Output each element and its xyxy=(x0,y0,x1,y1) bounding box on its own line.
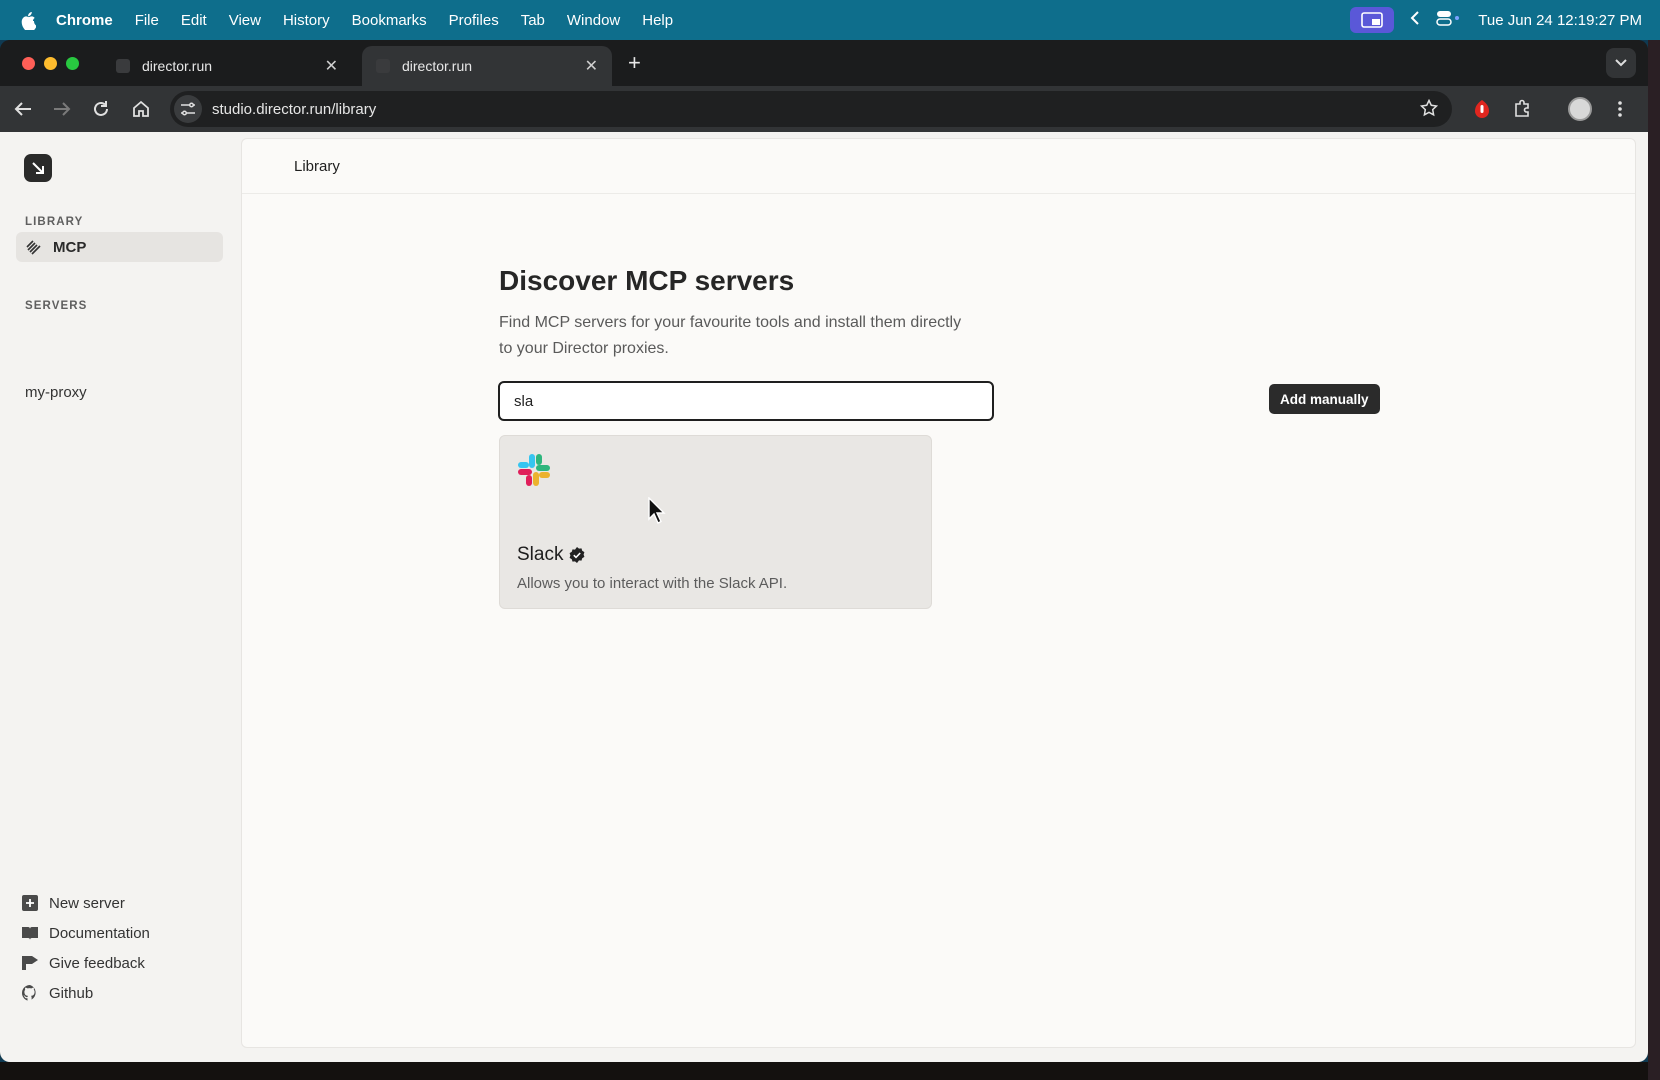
desktop-bottom-edge xyxy=(0,1062,1648,1080)
minimize-window-button[interactable] xyxy=(44,57,57,70)
sidebar-give-feedback[interactable]: Give feedback xyxy=(21,952,145,974)
url-text[interactable]: studio.director.run/library xyxy=(212,101,376,118)
tab-strip: director.run ✕ director.run ✕ + xyxy=(0,40,1648,86)
breadcrumb-library[interactable]: Library xyxy=(294,158,340,175)
layers-icon xyxy=(25,238,43,256)
page-title: Discover MCP servers xyxy=(499,265,795,296)
plus-square-icon xyxy=(21,894,39,912)
sidebar-footer-label: Github xyxy=(49,984,94,1002)
main-content: Library Discover MCP servers Find MCP se… xyxy=(241,138,1636,1048)
sidebar-github[interactable]: Github xyxy=(21,982,93,1004)
chevron-left-icon[interactable] xyxy=(1410,11,1420,29)
slack-logo-icon xyxy=(518,454,550,486)
server-card-slack[interactable]: Slack Allows you to interact with the Sl… xyxy=(499,435,932,609)
forward-arrow-icon[interactable] xyxy=(50,97,74,121)
browser-tab-2[interactable]: director.run ✕ xyxy=(362,46,612,86)
extension-red-icon[interactable] xyxy=(1470,97,1494,121)
server-name: Slack xyxy=(517,544,564,565)
tab-favicon xyxy=(376,59,390,73)
menu-bookmarks[interactable]: Bookmarks xyxy=(352,12,427,29)
menu-help[interactable]: Help xyxy=(642,12,673,29)
sidebar-item-mcp[interactable]: MCP xyxy=(16,232,223,262)
server-description: Allows you to interact with the Slack AP… xyxy=(517,575,788,592)
menu-history[interactable]: History xyxy=(283,12,330,29)
verified-badge-icon xyxy=(570,547,585,563)
apple-icon[interactable] xyxy=(20,10,38,30)
page-description: Find MCP servers for your favourite tool… xyxy=(499,314,962,357)
new-tab-plus-icon[interactable]: + xyxy=(628,50,641,76)
director-logo-icon[interactable] xyxy=(24,154,52,182)
sidebar-item-label: MCP xyxy=(53,238,87,256)
address-bar[interactable]: studio.director.run/library xyxy=(170,91,1452,127)
menubar-clock[interactable]: Tue Jun 24 12:19:27 PM xyxy=(1478,12,1642,29)
bookmark-star-icon[interactable] xyxy=(1419,98,1439,121)
tab-favicon xyxy=(116,59,130,73)
desktop-edge xyxy=(1648,40,1660,1080)
web-page: LIBRARY MCP SERVERS my-proxy New server xyxy=(0,132,1648,1062)
site-settings-icon[interactable] xyxy=(174,95,202,123)
profile-avatar[interactable] xyxy=(1568,97,1592,121)
sidebar-item-my-proxy[interactable]: my-proxy xyxy=(25,384,87,401)
back-arrow-icon[interactable] xyxy=(11,97,35,121)
menu-app-name[interactable]: Chrome xyxy=(56,12,113,29)
menu-view[interactable]: View xyxy=(229,12,261,29)
add-manually-button[interactable]: Add manually xyxy=(1269,384,1380,414)
sidebar-footer-label: New server xyxy=(49,894,125,912)
sidebar-section-servers: SERVERS xyxy=(25,300,88,312)
sidebar-new-server[interactable]: New server xyxy=(21,892,125,914)
tab-close-icon[interactable]: ✕ xyxy=(325,56,338,76)
menu-profiles[interactable]: Profiles xyxy=(449,12,499,29)
server-card-title: Slack xyxy=(517,544,585,566)
close-window-button[interactable] xyxy=(22,57,35,70)
tab-title: director.run xyxy=(402,58,473,74)
menubar-status-area: Tue Jun 24 12:19:27 PM xyxy=(1350,0,1642,40)
mouse-pointer-icon xyxy=(648,497,666,524)
menu-edit[interactable]: Edit xyxy=(181,12,207,29)
sidebar-footer-label: Give feedback xyxy=(49,954,145,972)
browser-toolbar: studio.director.run/library xyxy=(0,86,1648,132)
breadcrumb: Library xyxy=(242,139,1635,194)
feedback-icon xyxy=(21,954,39,972)
sidebar: LIBRARY MCP SERVERS my-proxy New server xyxy=(0,132,240,1062)
maximize-window-button[interactable] xyxy=(66,57,79,70)
tab-search-chevron-icon[interactable] xyxy=(1606,48,1636,78)
avatar xyxy=(1568,97,1592,121)
window-controls xyxy=(22,57,79,70)
macos-menubar: Chrome File Edit View History Bookmarks … xyxy=(0,0,1660,40)
home-icon[interactable] xyxy=(129,97,153,121)
browser-tab-1[interactable]: director.run ✕ xyxy=(102,46,352,86)
extensions-puzzle-icon[interactable] xyxy=(1510,97,1534,121)
browser-window: director.run ✕ director.run ✕ + studio.d… xyxy=(0,40,1648,1062)
more-vert-icon[interactable] xyxy=(1608,97,1632,121)
github-icon xyxy=(21,984,39,1002)
control-center-icon[interactable] xyxy=(1436,10,1462,30)
screen-share-icon[interactable] xyxy=(1350,7,1395,33)
menu-file[interactable]: File xyxy=(135,12,159,29)
book-icon xyxy=(21,924,39,942)
tab-title: director.run xyxy=(142,58,213,74)
sidebar-footer-label: Documentation xyxy=(49,924,150,942)
sidebar-documentation[interactable]: Documentation xyxy=(21,922,150,944)
search-input[interactable] xyxy=(498,381,994,421)
tab-close-icon[interactable]: ✕ xyxy=(585,56,598,76)
reload-icon[interactable] xyxy=(89,97,113,121)
menu-window[interactable]: Window xyxy=(567,12,620,29)
sidebar-section-library: LIBRARY xyxy=(25,216,84,228)
menu-tab[interactable]: Tab xyxy=(521,12,545,29)
